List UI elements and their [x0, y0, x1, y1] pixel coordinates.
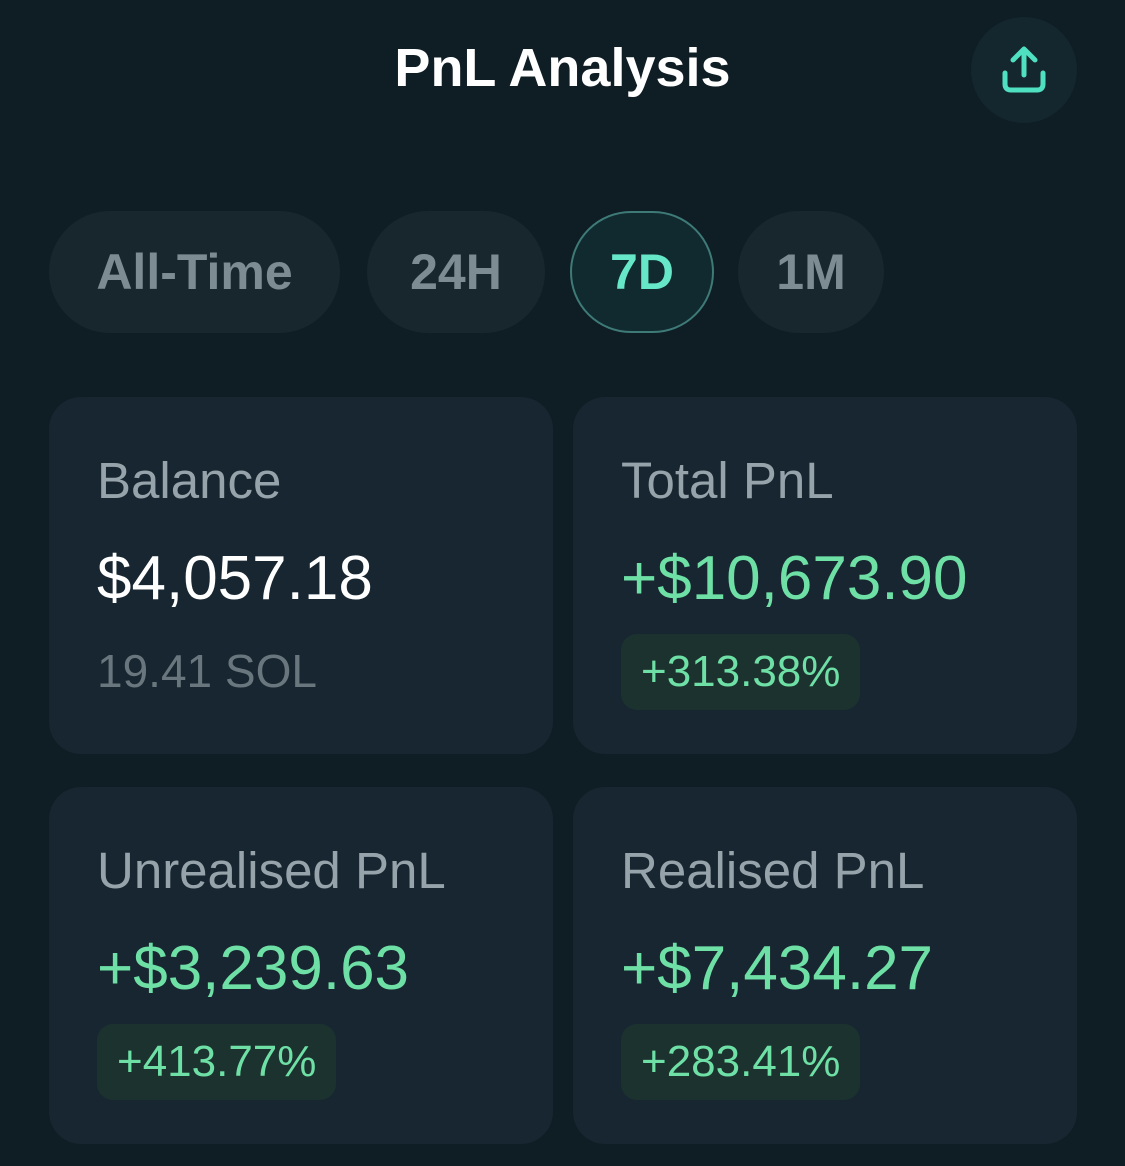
tab-all-time[interactable]: All-Time — [49, 211, 340, 333]
tab-24h[interactable]: 24H — [367, 211, 545, 333]
realised-pnl-label: Realised PnL — [621, 842, 925, 899]
total-pnl-value: +$10,673.90 — [621, 544, 968, 613]
balance-value: $4,057.18 — [97, 544, 373, 613]
page-title: PnL Analysis — [394, 38, 731, 98]
share-button[interactable] — [971, 17, 1077, 123]
unrealised-pnl-card: Unrealised PnL +$3,239.63 +413.77% — [49, 787, 553, 1144]
balance-label: Balance — [97, 452, 282, 509]
total-pnl-percent-badge: +313.38% — [621, 634, 861, 710]
tab-7d[interactable]: 7D — [570, 211, 714, 333]
share-upload-icon — [1002, 46, 1046, 93]
balance-card: Balance $4,057.18 19.41 SOL — [49, 397, 553, 754]
unrealised-pnl-value: +$3,239.63 — [97, 934, 410, 1003]
realised-pnl-percent-badge: +283.41% — [621, 1024, 861, 1100]
unrealised-pnl-label: Unrealised PnL — [97, 842, 446, 899]
total-pnl-label: Total PnL — [621, 452, 834, 509]
balance-sol-amount: 19.41 SOL — [97, 645, 317, 697]
total-pnl-card: Total PnL +$10,673.90 +313.38% — [573, 397, 1077, 754]
realised-pnl-value: +$7,434.27 — [621, 934, 934, 1003]
unrealised-pnl-percent-badge: +413.77% — [97, 1024, 337, 1100]
tab-1m[interactable]: 1M — [738, 211, 884, 333]
realised-pnl-card: Realised PnL +$7,434.27 +283.41% — [573, 787, 1077, 1144]
